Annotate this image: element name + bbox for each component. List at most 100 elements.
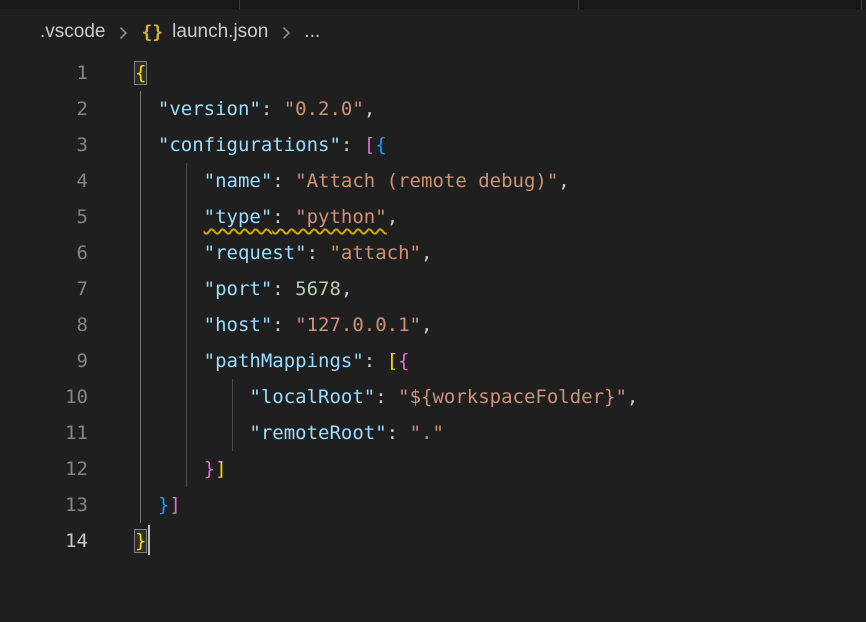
code-token: :: [307, 242, 330, 264]
code-area[interactable]: { "version": "0.2.0", "configurations": …: [135, 55, 866, 622]
code-token: "localRoot": [249, 386, 375, 408]
breadcrumb-item-symbol[interactable]: ...: [304, 21, 320, 43]
code-token: ,: [341, 278, 352, 300]
code-token: [135, 458, 204, 480]
chevron-right-icon: [277, 24, 295, 42]
gutter: 1234567891011121314: [0, 55, 88, 559]
json-file-icon: {}: [141, 22, 163, 43]
line-number[interactable]: 4: [0, 163, 88, 199]
code-line[interactable]: }: [135, 523, 866, 559]
line-number[interactable]: 12: [0, 451, 88, 487]
code-token: "name": [204, 170, 273, 192]
matched-bracket: }: [135, 530, 146, 552]
line-number[interactable]: 6: [0, 235, 88, 271]
code-line[interactable]: {: [135, 55, 866, 91]
warning-squiggle: "type": "python": [204, 206, 387, 228]
code-line[interactable]: "name": "Attach (remote debug)",: [135, 163, 866, 199]
code-line[interactable]: "version": "0.2.0",: [135, 91, 866, 127]
code-token: "attach": [329, 242, 421, 264]
line-number[interactable]: 14: [0, 523, 88, 559]
code-line[interactable]: "configurations": [{: [135, 127, 866, 163]
breadcrumb-item-folder[interactable]: .vscode: [40, 21, 105, 43]
code-token: ,: [387, 206, 398, 228]
code-line[interactable]: }]: [135, 451, 866, 487]
line-number[interactable]: 5: [0, 199, 88, 235]
code-line[interactable]: "pathMappings": [{: [135, 343, 866, 379]
code-token: 5678: [295, 278, 341, 300]
code-token: [135, 170, 204, 192]
line-number[interactable]: 13: [0, 487, 88, 523]
code-token: "Attach (remote debug)": [295, 170, 558, 192]
tab-separator: [861, 0, 862, 9]
code-token: ,: [627, 386, 638, 408]
code-token: :: [272, 170, 295, 192]
line-number[interactable]: 8: [0, 307, 88, 343]
code-token: ,: [421, 242, 432, 264]
code-token: "port": [204, 278, 273, 300]
code-token: [: [387, 350, 398, 372]
tab-separator: [239, 0, 240, 9]
line-number[interactable]: 10: [0, 379, 88, 415]
code-token: "pathMappings": [204, 350, 364, 372]
text-cursor: [148, 525, 150, 555]
code-line[interactable]: "remoteRoot": ".": [135, 415, 866, 451]
code-token: "python": [295, 206, 387, 228]
code-token: [: [364, 134, 375, 156]
code-token: ,: [421, 314, 432, 336]
line-number[interactable]: 1: [0, 55, 88, 91]
code-token: [135, 350, 204, 372]
tab-separator: [578, 0, 579, 9]
code-token: [135, 494, 158, 516]
code-token: "type": [204, 206, 273, 228]
code-token: }: [204, 458, 215, 480]
code-token: "request": [204, 242, 307, 264]
code-line[interactable]: "request": "attach",: [135, 235, 866, 271]
code-token: "configurations": [158, 134, 341, 156]
code-token: ,: [558, 170, 569, 192]
code-token: "0.2.0": [284, 98, 364, 120]
code-line[interactable]: "port": 5678,: [135, 271, 866, 307]
line-number[interactable]: 9: [0, 343, 88, 379]
code-token: {: [398, 350, 409, 372]
breadcrumb: .vscode {} launch.json ...: [0, 9, 866, 55]
code-token: ".": [410, 422, 444, 444]
code-token: [135, 314, 204, 336]
code-token: }: [158, 494, 169, 516]
line-number[interactable]: 11: [0, 415, 88, 451]
code-token: :: [261, 98, 284, 120]
code-token: {: [375, 134, 386, 156]
line-number[interactable]: 2: [0, 91, 88, 127]
code-token: :: [387, 422, 410, 444]
editor: 1234567891011121314 { "version": "0.2.0"…: [0, 55, 866, 622]
code-token: :: [272, 278, 295, 300]
code-line[interactable]: "type": "python",: [135, 199, 866, 235]
code-token: [135, 134, 158, 156]
code-token: ,: [364, 98, 375, 120]
code-token: ]: [169, 494, 180, 516]
code-token: [135, 206, 204, 228]
code-token: :: [341, 134, 364, 156]
code-token: [135, 242, 204, 264]
code-line[interactable]: "localRoot": "${workspaceFolder}",: [135, 379, 866, 415]
code-lines: { "version": "0.2.0", "configurations": …: [135, 55, 866, 559]
chevron-right-icon: [114, 24, 132, 42]
code-token: :: [375, 386, 398, 408]
line-number[interactable]: 3: [0, 127, 88, 163]
code-token: [135, 422, 249, 444]
code-token: ]: [215, 458, 226, 480]
breadcrumb-item-file[interactable]: launch.json: [172, 21, 268, 43]
code-token: [135, 278, 204, 300]
code-token: "127.0.0.1": [295, 314, 421, 336]
tab-bar: [0, 0, 866, 9]
code-token: :: [272, 314, 295, 336]
line-number[interactable]: 7: [0, 271, 88, 307]
code-line[interactable]: "host": "127.0.0.1",: [135, 307, 866, 343]
code-token: "remoteRoot": [249, 422, 386, 444]
code-token: "${workspaceFolder}": [398, 386, 627, 408]
code-token: "version": [158, 98, 261, 120]
code-token: [135, 98, 158, 120]
code-token: [135, 386, 249, 408]
code-line[interactable]: }]: [135, 487, 866, 523]
code-token: :: [272, 206, 295, 228]
code-token: :: [364, 350, 387, 372]
